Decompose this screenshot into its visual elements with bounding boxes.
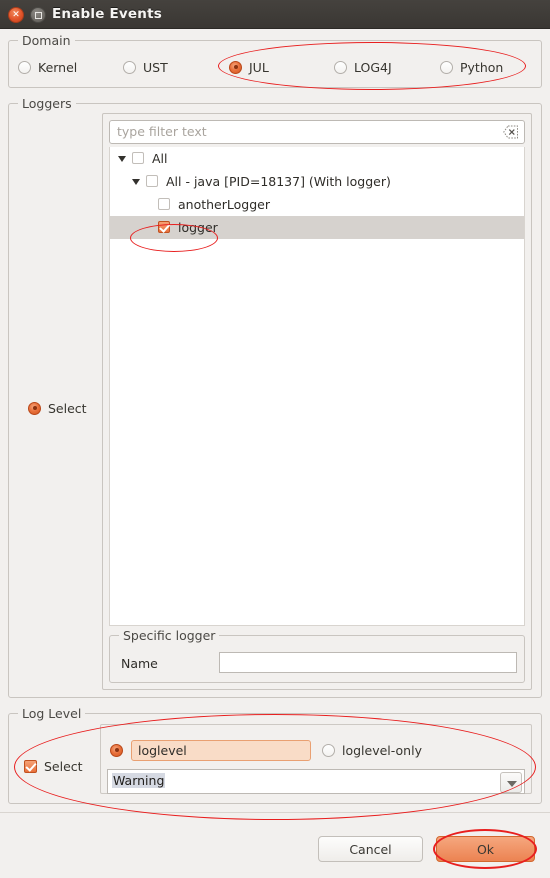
tree-row[interactable]: anotherLogger bbox=[110, 193, 524, 216]
domain-radio-python[interactable]: Python bbox=[440, 58, 503, 76]
radio-icon bbox=[440, 60, 453, 74]
domain-radio-log4j-label: LOG4J bbox=[354, 59, 392, 75]
log-level-mode-loglevel[interactable] bbox=[110, 741, 123, 759]
domain-radio-log4j[interactable]: LOG4J bbox=[334, 58, 392, 76]
window-titlebar: ✕ Enable Events bbox=[0, 0, 550, 29]
loggers-group-title: Loggers bbox=[18, 96, 76, 111]
log-level-select-checkbox[interactable]: Select bbox=[24, 757, 83, 775]
tree-row[interactable]: All bbox=[110, 147, 524, 170]
tree-checkbox[interactable] bbox=[132, 152, 144, 164]
radio-icon bbox=[18, 60, 31, 74]
domain-radio-ust[interactable]: UST bbox=[123, 58, 168, 76]
close-icon[interactable]: ✕ bbox=[8, 7, 24, 23]
log-level-group-title: Log Level bbox=[18, 706, 86, 721]
tree-row[interactable]: All - java [PID=18137] (With logger) bbox=[110, 170, 524, 193]
log-level-select-label: Select bbox=[44, 758, 83, 774]
radio-icon bbox=[334, 60, 347, 74]
logger-filter-box[interactable]: type filter text bbox=[109, 120, 525, 144]
radio-icon-selected bbox=[110, 743, 123, 757]
log-level-mode-loglevel-label[interactable]: loglevel bbox=[131, 740, 311, 761]
checkbox-icon-checked bbox=[24, 759, 37, 773]
chevron-down-icon[interactable] bbox=[118, 156, 126, 162]
cancel-button[interactable]: Cancel bbox=[318, 836, 423, 862]
loggers-panel: type filter text All All - java [PID=181… bbox=[102, 113, 532, 690]
log-level-value: Warning bbox=[112, 773, 166, 788]
close-glyph: ✕ bbox=[12, 9, 20, 20]
tree-row-label: All bbox=[152, 151, 168, 166]
specific-logger-name-input[interactable] bbox=[219, 652, 517, 673]
log-level-mode-loglevel-only[interactable]: loglevel-only bbox=[322, 741, 422, 759]
tree-checkbox[interactable] bbox=[158, 198, 170, 210]
tree-checkbox-checked[interactable] bbox=[158, 221, 170, 233]
log-level-combobox[interactable]: Warning bbox=[107, 769, 525, 794]
domain-radio-jul[interactable]: JUL bbox=[229, 58, 269, 76]
radio-icon-selected bbox=[28, 401, 41, 415]
logger-filter-input[interactable]: type filter text bbox=[117, 121, 207, 143]
chevron-down-icon[interactable] bbox=[132, 179, 140, 185]
tree-checkbox[interactable] bbox=[146, 175, 158, 187]
window-title: Enable Events bbox=[52, 6, 162, 22]
domain-radio-kernel[interactable]: Kernel bbox=[18, 58, 77, 76]
domain-radio-kernel-label: Kernel bbox=[38, 59, 78, 75]
log-level-mode-loglevel-only-label: loglevel-only bbox=[342, 742, 422, 758]
domain-group-title: Domain bbox=[18, 33, 75, 48]
clear-filter-icon[interactable] bbox=[503, 125, 519, 139]
chevron-down-glyph bbox=[507, 781, 517, 787]
specific-logger-name-label: Name bbox=[121, 656, 158, 671]
domain-radio-ust-label: UST bbox=[143, 59, 168, 75]
loggers-select-radio[interactable]: Select bbox=[28, 399, 87, 417]
tree-row-label: logger bbox=[178, 220, 218, 235]
chevron-down-icon[interactable] bbox=[500, 772, 522, 793]
maximize-glyph bbox=[35, 12, 42, 19]
tree-row-label: anotherLogger bbox=[178, 197, 270, 212]
ok-button[interactable]: Ok bbox=[436, 836, 535, 862]
loggers-select-label: Select bbox=[48, 400, 87, 416]
tree-row-label: All - java [PID=18137] (With logger) bbox=[166, 174, 391, 189]
enable-events-dialog: ✕ Enable Events Domain Kernel UST JUL LO… bbox=[0, 0, 550, 878]
radio-icon bbox=[322, 743, 335, 757]
tree-row[interactable]: logger bbox=[110, 216, 524, 239]
footer-divider bbox=[0, 812, 550, 813]
logger-tree[interactable]: All All - java [PID=18137] (With logger)… bbox=[109, 147, 525, 626]
specific-logger-title: Specific logger bbox=[119, 628, 220, 643]
domain-radio-jul-label: JUL bbox=[249, 59, 269, 75]
radio-icon bbox=[123, 60, 136, 74]
radio-icon-selected bbox=[229, 60, 242, 74]
maximize-icon[interactable] bbox=[30, 7, 46, 23]
domain-radio-python-label: Python bbox=[460, 59, 504, 75]
